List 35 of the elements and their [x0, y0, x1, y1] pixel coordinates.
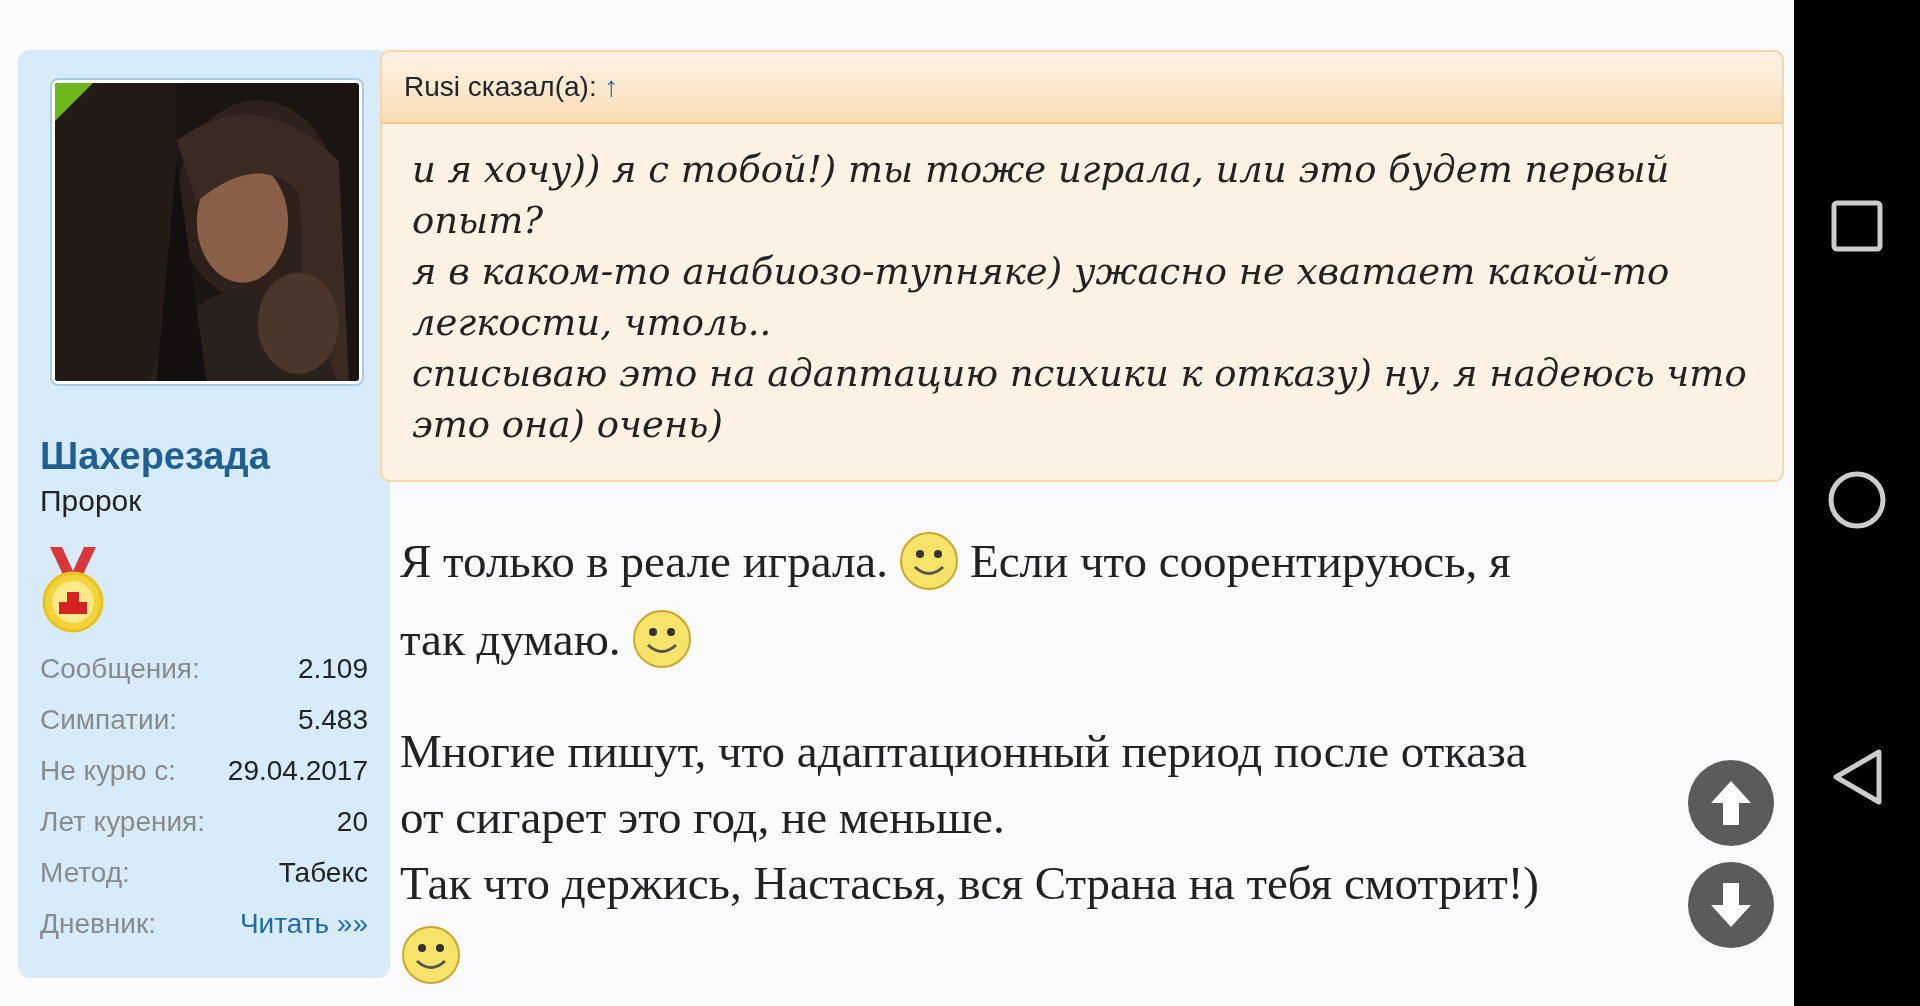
home-icon[interactable] [1828, 471, 1886, 529]
quote-text: я в каком-то анабиозо-тупняке) ужасно не хватает какой-то легкости, чтоль.. [412, 249, 1671, 346]
stat-label: Лет курения: [40, 804, 206, 839]
quote-text: и я хочу)) я с тобой!) ты тоже играла, или это будет первый опыт? [412, 147, 1671, 244]
message-text: Если что соорентируюсь, я [970, 534, 1511, 589]
jump-link[interactable]: ↑ [604, 71, 619, 102]
stat-label: Метод: [40, 855, 130, 890]
username[interactable]: Шахерезада [40, 436, 368, 478]
smiley-icon [400, 924, 462, 986]
message-text: так думаю. [400, 612, 621, 667]
stat-label: Дневник: [40, 906, 156, 941]
smiley-icon [898, 530, 960, 592]
user-title: Пророк [40, 482, 143, 519]
message-text: Так что держись, Настасья, вся Страна на тебя смотрит!) [400, 856, 1539, 911]
up-arrow-icon [1711, 781, 1751, 825]
stat-label: Сообщения: [40, 651, 200, 686]
medal-icon [40, 546, 106, 633]
down-arrow-icon [1711, 883, 1751, 927]
quote-author: Rusi сказал(а): [404, 71, 597, 102]
stat-value: 29.04.2017 [227, 753, 368, 788]
back-icon[interactable] [1831, 748, 1883, 806]
stat-value: Табекс [278, 855, 368, 890]
recents-icon[interactable] [1831, 200, 1883, 252]
stat-value: 20 [336, 804, 368, 839]
stat-value: 5.483 [297, 702, 368, 737]
diary-link[interactable]: Читать »» [239, 897, 368, 949]
corner-tag-icon [55, 83, 95, 123]
quote-text: списываю это на адаптацию психики к отказу) ну, я надеюсь что это она) очень) [412, 351, 1748, 448]
stat-label: Симпатии: [40, 702, 178, 737]
smiley-icon [630, 608, 693, 670]
message-text: Я только в реале играла. [400, 534, 888, 589]
message-text: от сигарет это год, не меньше. [400, 790, 1005, 845]
message-text: Многие пишут, что адаптационный период после отказа [400, 724, 1527, 779]
stat-value: 2.109 [297, 651, 368, 686]
stat-label: Не курю с: [40, 753, 176, 788]
